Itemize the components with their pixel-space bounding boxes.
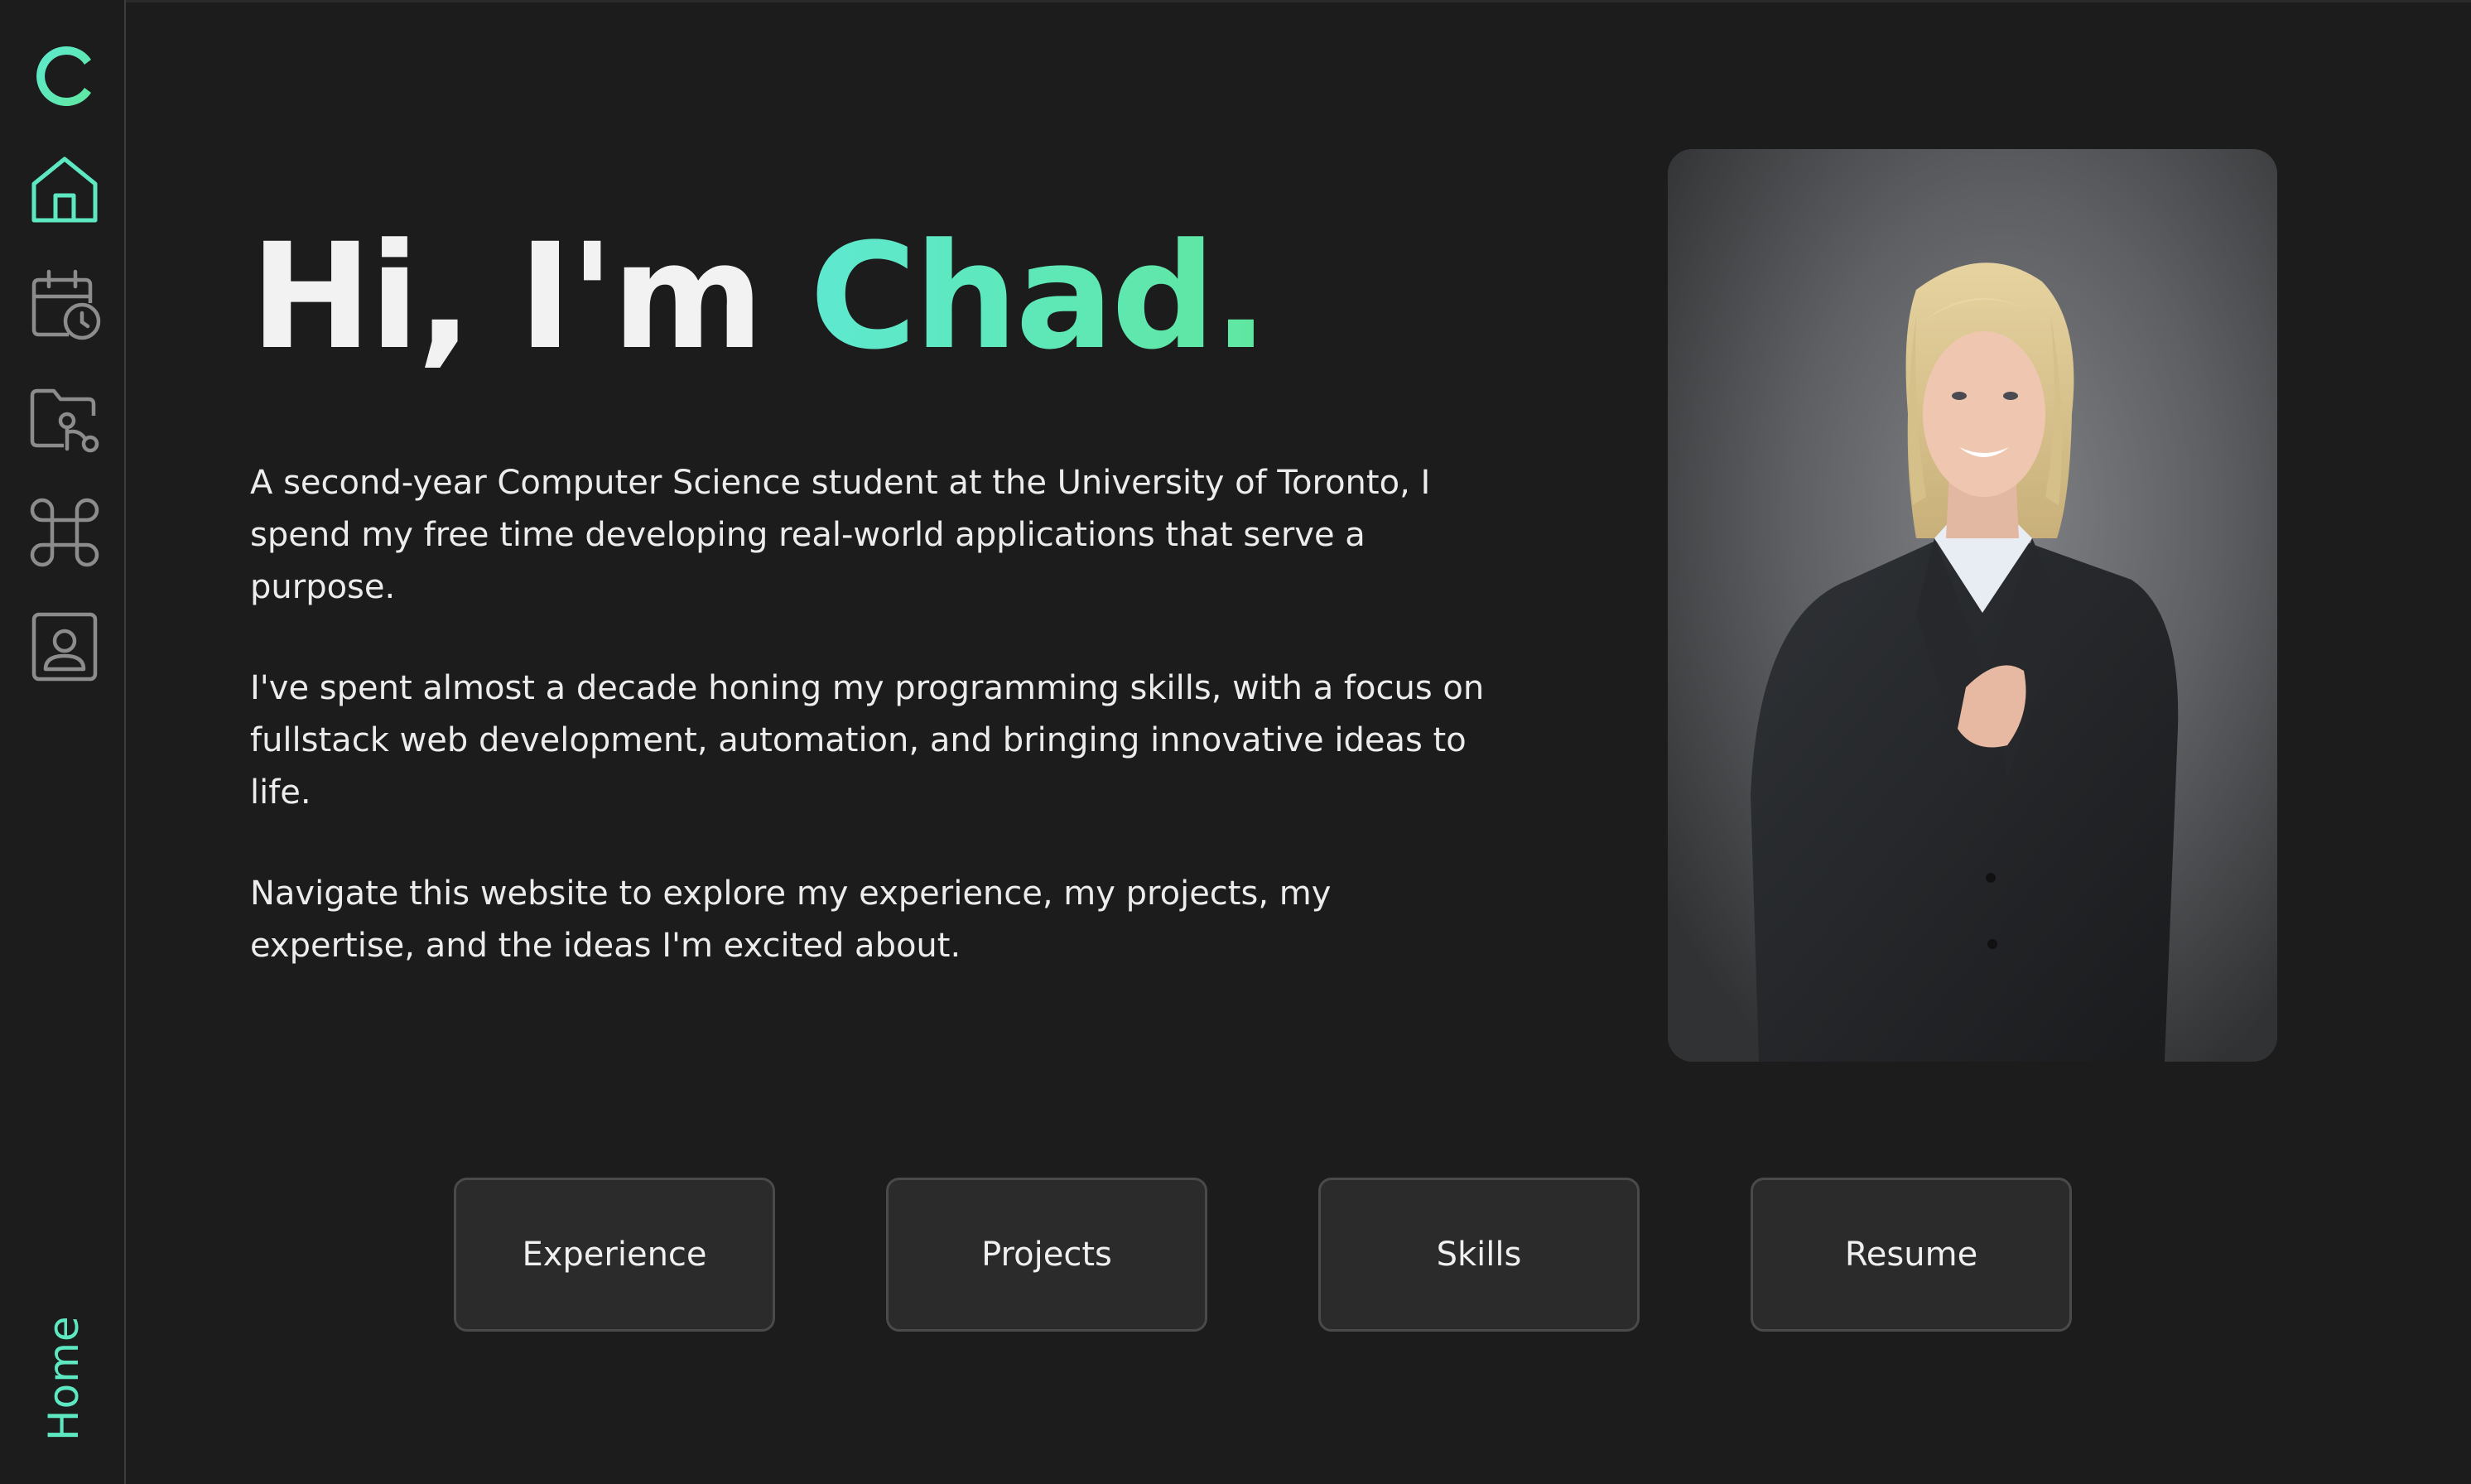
- bio-paragraph-2: I've spent almost a decade honing my pro…: [250, 662, 1492, 819]
- bio-text-3: Navigate this website to explore my expe…: [250, 874, 1332, 965]
- home-icon[interactable]: [27, 152, 102, 227]
- calendar-clock-icon[interactable]: [27, 267, 102, 341]
- bio-paragraph-1: A second-year Computer Science student a…: [250, 457, 1492, 614]
- projects-button[interactable]: Projects: [886, 1178, 1207, 1332]
- c-logo-icon[interactable]: [30, 41, 99, 111]
- page: Home Hi, I'm Chad. A second-year Compute…: [0, 0, 2471, 1484]
- bio-text-1: A second-year Computer Science student a…: [250, 464, 1431, 606]
- contact-card-icon[interactable]: [27, 610, 102, 684]
- portrait-illustration: [1668, 149, 2277, 1062]
- current-page-text: Home: [40, 1315, 88, 1441]
- folder-cursor-icon[interactable]: [27, 381, 102, 455]
- greeting-text: Hi, I'm: [250, 212, 810, 382]
- top-edge: [0, 0, 2471, 2]
- profile-photo: [1668, 149, 2277, 1062]
- resume-button[interactable]: Resume: [1751, 1178, 2072, 1332]
- bio-paragraph-3: Navigate this website to explore my expe…: [250, 868, 1492, 972]
- skills-button[interactable]: Skills: [1318, 1178, 1640, 1332]
- bio-text-2: I've spent almost a decade honing my pro…: [250, 669, 1485, 812]
- experience-button[interactable]: Experience: [454, 1178, 775, 1332]
- current-page-label: Home: [35, 1300, 93, 1441]
- name-text: Chad.: [809, 212, 1269, 382]
- page-title: Hi, I'm Chad.: [250, 217, 1269, 378]
- command-icon[interactable]: [27, 495, 102, 570]
- sidebar: Home: [0, 0, 126, 1484]
